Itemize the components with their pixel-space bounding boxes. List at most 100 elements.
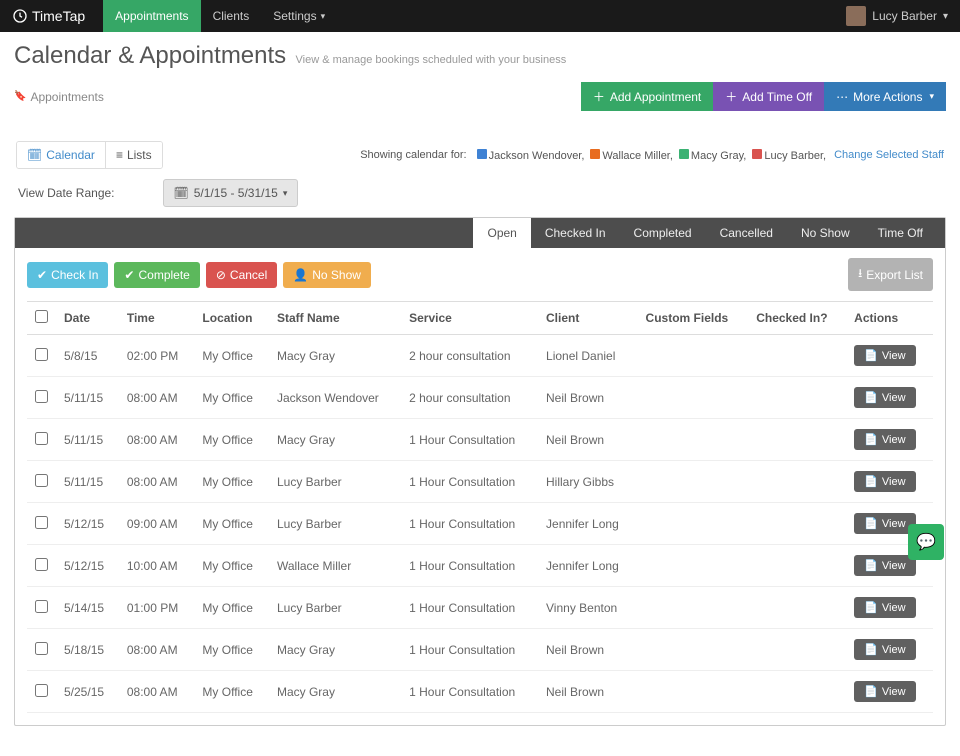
avatar	[846, 6, 866, 26]
date-range-picker[interactable]: 🗓 5/1/15 - 5/31/15 ▾	[163, 179, 299, 207]
view-button[interactable]: 📄View	[854, 429, 915, 450]
cell-time: 01:00 PM	[119, 587, 195, 629]
cell-time: 08:00 AM	[119, 461, 195, 503]
cell-staff: Macy Gray	[269, 419, 401, 461]
cell-location: My Office	[194, 377, 269, 419]
more-actions-button[interactable]: ⋯ More Actions ▾	[824, 82, 946, 111]
row-checkbox[interactable]	[35, 474, 48, 487]
cell-staff: Macy Gray	[269, 671, 401, 713]
export-button[interactable]: ⭳ Export List	[848, 258, 933, 291]
brand-logo[interactable]: TimeTap	[12, 8, 85, 24]
staff-name: Wallace Miller,	[602, 150, 673, 162]
row-checkbox[interactable]	[35, 432, 48, 445]
cell-custom	[638, 377, 749, 419]
help-button[interactable]: 💬	[908, 524, 944, 560]
cell-client: Neil Brown	[538, 671, 638, 713]
status-tab-checked-in[interactable]: Checked In	[531, 218, 620, 248]
breadcrumb-label: Appointments	[30, 90, 103, 104]
status-tab-bar: OpenChecked InCompletedCancelledNo ShowT…	[15, 218, 945, 248]
view-label: View	[882, 350, 906, 362]
check-icon: ✔	[124, 268, 134, 282]
cell-location: My Office	[194, 587, 269, 629]
file-icon: 📄	[864, 475, 878, 488]
checkin-label: Check In	[51, 268, 98, 282]
status-tab-completed[interactable]: Completed	[620, 218, 706, 248]
cell-location: My Office	[194, 335, 269, 377]
top-nav: AppointmentsClientsSettings▾	[103, 0, 337, 32]
view-button[interactable]: 📄View	[854, 387, 915, 408]
cell-checked	[748, 377, 846, 419]
status-tab-cancelled[interactable]: Cancelled	[706, 218, 787, 248]
column-header: Actions	[846, 302, 933, 335]
cell-time: 09:00 AM	[119, 503, 195, 545]
breadcrumb[interactable]: 🔖 Appointments	[14, 90, 104, 104]
change-staff-link[interactable]: Change Selected Staff	[834, 149, 944, 161]
column-header: Time	[119, 302, 195, 335]
staff-name: Jackson Wendover,	[489, 150, 585, 162]
cell-time: 02:00 PM	[119, 335, 195, 377]
cell-service: 1 Hour Consultation	[401, 545, 538, 587]
view-button[interactable]: 📄View	[854, 513, 915, 534]
row-checkbox[interactable]	[35, 348, 48, 361]
file-icon: 📄	[864, 349, 878, 362]
cell-service: 1 Hour Consultation	[401, 587, 538, 629]
status-tab-open[interactable]: Open	[473, 218, 530, 248]
status-tab-no-show[interactable]: No Show	[787, 218, 864, 248]
user-icon: 👤	[293, 268, 308, 282]
noshow-button[interactable]: 👤 No Show	[283, 262, 371, 288]
view-button[interactable]: 📄View	[854, 471, 915, 492]
row-checkbox[interactable]	[35, 390, 48, 403]
cell-checked	[748, 671, 846, 713]
cell-time: 08:00 AM	[119, 629, 195, 671]
page-subtitle: View & manage bookings scheduled with yo…	[296, 54, 567, 66]
cell-location: My Office	[194, 545, 269, 587]
select-all-checkbox[interactable]	[35, 310, 48, 323]
nav-clients[interactable]: Clients	[201, 0, 262, 32]
row-checkbox[interactable]	[35, 558, 48, 571]
nav-settings[interactable]: Settings▾	[261, 0, 337, 32]
chevron-down-icon: ▾	[321, 11, 326, 22]
cell-staff: Wallace Miller	[269, 545, 401, 587]
user-menu[interactable]: Lucy Barber ▾	[846, 6, 948, 26]
nav-appointments[interactable]: Appointments	[103, 0, 200, 32]
view-button[interactable]: 📄View	[854, 555, 915, 576]
view-button[interactable]: 📄View	[854, 681, 915, 702]
status-tab-time-off[interactable]: Time Off	[864, 218, 937, 248]
cell-service: 1 Hour Consultation	[401, 629, 538, 671]
complete-button[interactable]: ✔ Complete	[114, 262, 199, 288]
table-row: 5/11/1508:00 AMMy OfficeLucy Barber1 Hou…	[27, 461, 933, 503]
file-icon: 📄	[864, 559, 878, 572]
cell-client: Neil Brown	[538, 629, 638, 671]
bookmark-icon: 🔖	[14, 91, 26, 102]
view-button[interactable]: 📄View	[854, 597, 915, 618]
cell-custom	[638, 629, 749, 671]
plus-icon: ＋	[725, 88, 737, 105]
cell-date: 5/12/15	[56, 545, 119, 587]
add-time-off-button[interactable]: ＋ Add Time Off	[713, 82, 824, 111]
tab-calendar[interactable]: 🗓 Calendar	[17, 142, 105, 168]
row-checkbox[interactable]	[35, 642, 48, 655]
cell-checked	[748, 335, 846, 377]
cell-client: Hillary Gibbs	[538, 461, 638, 503]
cancel-button[interactable]: ⊘ Cancel	[206, 262, 277, 288]
tab-lists[interactable]: ≡ Lists	[105, 142, 162, 168]
row-checkbox[interactable]	[35, 516, 48, 529]
file-icon: 📄	[864, 643, 878, 656]
cell-staff: Lucy Barber	[269, 503, 401, 545]
breadcrumb-row: 🔖 Appointments ＋ Add Appointment ＋ Add T…	[14, 82, 946, 111]
cell-location: My Office	[194, 461, 269, 503]
add-appointment-button[interactable]: ＋ Add Appointment	[581, 82, 713, 111]
cell-staff: Jackson Wendover	[269, 377, 401, 419]
calendar-icon: 🗓	[174, 186, 189, 200]
row-checkbox[interactable]	[35, 684, 48, 697]
view-button[interactable]: 📄 View	[854, 345, 915, 366]
file-icon: 📄	[864, 391, 878, 404]
column-header: Staff Name	[269, 302, 401, 335]
view-mode-tabs: 🗓 Calendar ≡ Lists	[16, 141, 163, 169]
table-row: 5/12/1510:00 AMMy OfficeWallace Miller1 …	[27, 545, 933, 587]
row-checkbox[interactable]	[35, 600, 48, 613]
cancel-label: Cancel	[230, 268, 267, 282]
view-button[interactable]: 📄View	[854, 639, 915, 660]
tab-calendar-label: Calendar	[46, 148, 95, 162]
checkin-button[interactable]: ✔ Check In	[27, 262, 108, 288]
